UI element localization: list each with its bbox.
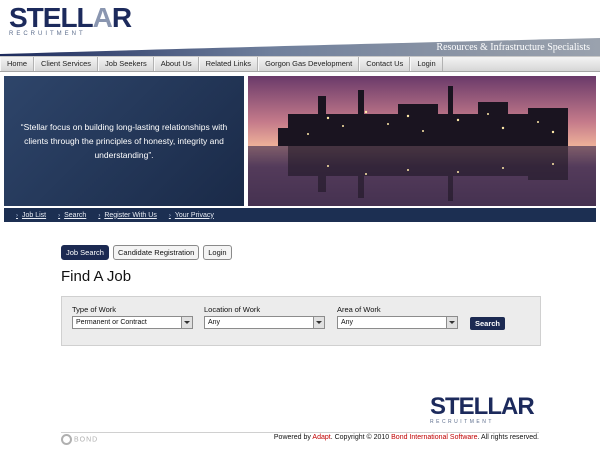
footer-logo: STELLAR RECRUITMENT — [430, 395, 540, 431]
chevron-down-icon — [313, 317, 324, 328]
subnav-privacy[interactable]: › Your Privacy — [169, 212, 214, 219]
adapt-link[interactable]: Adapt — [312, 434, 330, 441]
location-of-work-field: Location of Work Any — [204, 305, 325, 329]
bond-circle-icon — [61, 434, 72, 445]
bond-software-link[interactable]: Bond International Software — [391, 434, 477, 441]
subnav-search[interactable]: › Search — [58, 212, 86, 219]
tab-job-search[interactable]: Job Search — [61, 245, 109, 260]
copyright-text: Powered by Adapt. Copyright © 2010 Bond … — [273, 434, 539, 441]
footer-divider — [61, 432, 539, 433]
site-header: STELLAR RECRUITMENT Resources & Infrastr… — [0, 0, 600, 56]
nav-gorgon-gas[interactable]: Gorgon Gas Development — [258, 57, 360, 71]
form-tabs: Job Search Candidate Registration Login — [61, 245, 232, 260]
footer-logo-wordmark: STELLAR — [430, 393, 535, 420]
arrow-icon: › — [58, 212, 61, 219]
bond-logo: BOND — [61, 434, 98, 445]
type-of-work-select[interactable]: Permanent or Contract — [72, 316, 193, 329]
stellar-logo[interactable]: STELLAR RECRUITMENT — [9, 4, 139, 40]
tab-candidate-registration[interactable]: Candidate Registration — [112, 245, 200, 260]
nav-client-services[interactable]: Client Services — [34, 57, 99, 71]
logo-wordmark: STELLAR — [9, 2, 132, 33]
nav-job-seekers[interactable]: Job Seekers — [98, 57, 154, 71]
location-of-work-label: Location of Work — [204, 305, 261, 314]
nav-login[interactable]: Login — [410, 57, 443, 71]
arrow-icon: › — [16, 212, 18, 219]
hero-banner: “Stellar focus on building long-lasting … — [4, 76, 596, 206]
arrow-icon: › — [168, 212, 171, 219]
top-navigation: Home Client Services Job Seekers About U… — [0, 56, 600, 72]
tagline: Resources & Infrastructure Specialists — [436, 42, 590, 53]
hero-refinery-image — [248, 76, 596, 206]
hero-quote-box: “Stellar focus on building long-lasting … — [4, 76, 244, 206]
chevron-down-icon — [446, 317, 457, 328]
subnav-job-list[interactable]: › Job List — [16, 212, 46, 219]
arrow-icon: › — [98, 212, 101, 219]
nav-contact-us[interactable]: Contact Us — [359, 57, 411, 71]
location-of-work-select[interactable]: Any — [204, 316, 325, 329]
nav-related-links[interactable]: Related Links — [198, 57, 259, 71]
subnav-register[interactable]: › Register With Us — [98, 212, 157, 219]
tab-login[interactable]: Login — [203, 245, 232, 260]
job-search-form: Type of Work Permanent or Contract Locat… — [61, 296, 541, 346]
nav-about-us[interactable]: About Us — [153, 57, 199, 71]
area-of-work-field: Area of Work Any — [337, 305, 458, 329]
nav-home[interactable]: Home — [0, 57, 35, 71]
hero-quote: “Stellar focus on building long-lasting … — [20, 122, 228, 160]
page-title: Find A Job — [61, 268, 132, 285]
chevron-down-icon — [181, 317, 192, 328]
area-of-work-label: Area of Work — [337, 305, 381, 314]
search-button[interactable]: Search — [470, 317, 506, 330]
sub-navigation: › Job List › Search › Register With Us › You… — [4, 208, 596, 222]
type-of-work-field: Type of Work Permanent or Contract — [72, 305, 193, 329]
area-of-work-select[interactable]: Any — [337, 316, 458, 329]
type-of-work-label: Type of Work — [72, 305, 117, 314]
